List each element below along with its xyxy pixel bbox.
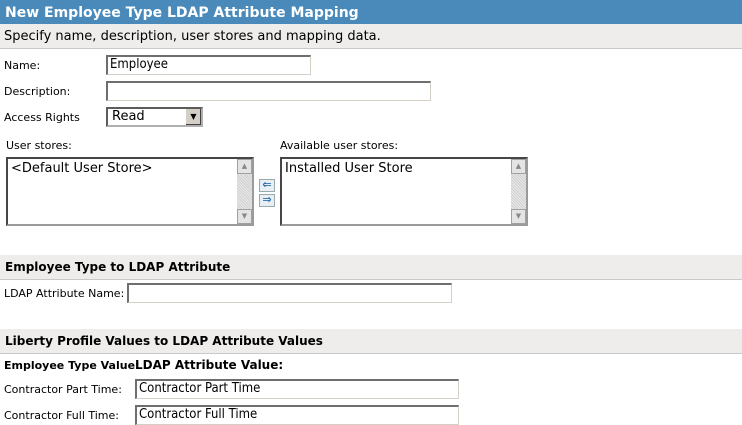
scrollbar[interactable]: ▲ ▼	[511, 159, 526, 224]
description-label: Description:	[4, 85, 71, 98]
ldap-section-header: Employee Type to LDAP Attribute	[0, 255, 742, 280]
dialog-subtitle: Specify name, description, user stores a…	[0, 24, 742, 49]
scrollbar[interactable]: ▲ ▼	[237, 159, 252, 224]
move-left-button[interactable]: ⇐	[259, 179, 275, 192]
list-item[interactable]: Installed User Store	[285, 161, 523, 176]
row-label: Contractor Part Time:	[4, 383, 122, 396]
list-item[interactable]: <Default User Store>	[11, 161, 249, 176]
access-rights-select[interactable]: Read ▼	[106, 107, 203, 127]
description-input[interactable]	[106, 81, 431, 101]
row-label: Contractor Full Time:	[4, 409, 120, 422]
move-right-button[interactable]: ⇒	[259, 194, 275, 207]
scroll-up-icon[interactable]: ▲	[511, 159, 526, 174]
ldap-attribute-value-header: LDAP Attribute Value:	[135, 358, 284, 372]
scroll-down-icon[interactable]: ▼	[237, 209, 252, 224]
available-stores-label: Available user stores:	[280, 139, 399, 152]
dialog-title: New Employee Type LDAP Attribute Mapping	[0, 0, 742, 24]
ldap-attribute-name-label: LDAP Attribute Name:	[4, 287, 125, 300]
access-rights-label: Access Rights	[4, 111, 80, 124]
scroll-up-icon[interactable]: ▲	[237, 159, 252, 174]
arrow-right-icon: ⇒	[262, 193, 272, 206]
arrow-left-icon: ⇐	[262, 178, 272, 191]
row-value-input[interactable]: Contractor Part Time	[135, 379, 459, 399]
chevron-down-icon[interactable]: ▼	[185, 109, 201, 125]
mapping-section-header: Liberty Profile Values to LDAP Attribute…	[0, 329, 742, 354]
available-stores-list[interactable]: Installed User Store ▲ ▼	[280, 157, 528, 226]
user-stores-list[interactable]: <Default User Store> ▲ ▼	[6, 157, 254, 226]
row-value-input[interactable]: Contractor Full Time	[135, 405, 459, 425]
scroll-down-icon[interactable]: ▼	[511, 209, 526, 224]
ldap-attribute-name-input[interactable]	[127, 283, 452, 303]
name-input[interactable]: Employee	[106, 55, 311, 75]
user-stores-label: User stores:	[6, 139, 72, 152]
employee-type-value-header: Employee Type Value:	[4, 359, 140, 372]
access-rights-value: Read	[112, 109, 145, 124]
name-label: Name:	[4, 59, 41, 72]
